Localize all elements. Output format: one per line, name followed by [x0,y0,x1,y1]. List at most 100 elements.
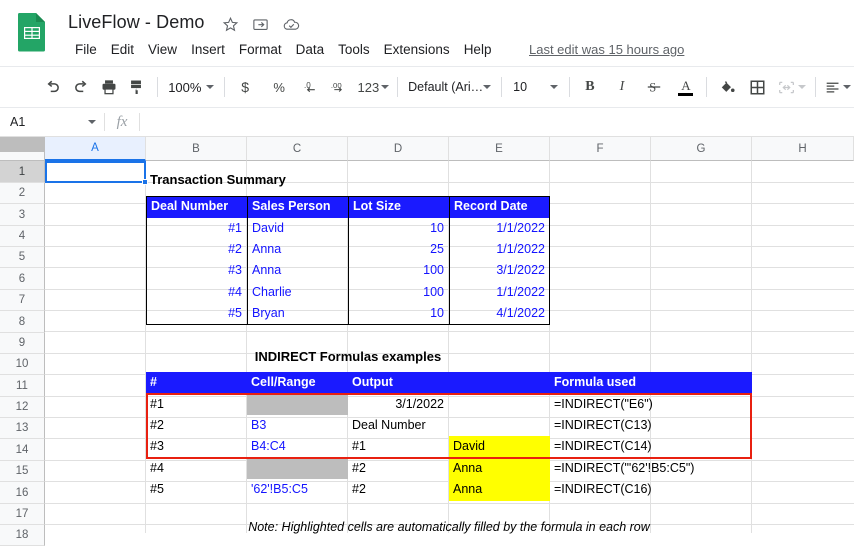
document-title[interactable]: LiveFlow - Demo [68,12,205,33]
ts-r2-deal: #2 [228,242,242,256]
row-header-16[interactable]: 16 [0,482,45,504]
ts-r2-person: Anna [252,242,282,256]
currency-format-button[interactable]: $ [231,73,259,101]
gray-fill-row1 [247,394,348,415]
selected-cell-a1[interactable] [45,161,146,183]
row-header-12[interactable]: 12 [0,397,45,418]
ie-r4-extra: Anna [453,461,483,475]
column-header-b[interactable]: B [146,137,247,161]
menu-file[interactable]: File [68,40,104,59]
column-header-g[interactable]: G [651,137,752,161]
column-header-h[interactable]: H [752,137,854,161]
ts-r2-lot: 25 [430,242,444,256]
merge-cells-icon[interactable] [775,73,809,101]
row-header-14[interactable]: 14 [0,439,45,461]
more-formats-button[interactable]: 123 [356,73,392,101]
row-header-9[interactable]: 9 [0,333,45,354]
ie-r4-num: #4 [150,461,164,475]
selection-fill-handle[interactable] [142,179,148,185]
font-size-selector[interactable]: 10 [508,80,563,94]
menu-tools[interactable]: Tools [331,40,377,59]
column-header-a[interactable]: A [45,137,146,161]
ie-r3-num: #3 [150,439,164,453]
row-header-6[interactable]: 6 [0,268,45,290]
menu-help[interactable]: Help [457,40,499,59]
menu-edit[interactable]: Edit [104,40,141,59]
row-header-1[interactable]: 1 [0,161,45,183]
th-lot-size: Lot Size [353,199,401,213]
menu-insert[interactable]: Insert [184,40,232,59]
fill-color-icon[interactable] [713,73,741,101]
row-header-18[interactable]: 18 [0,525,45,546]
menu-view[interactable]: View [141,40,184,59]
ts-r3-person: Anna [252,263,282,277]
row-header-8[interactable]: 8 [0,311,45,333]
chevron-down-icon [843,85,852,89]
row-header-17[interactable]: 17 [0,504,45,525]
name-box[interactable]: A1 [0,108,104,136]
bold-button[interactable]: B [576,73,604,101]
column-header-d[interactable]: D [348,137,449,161]
percent-format-button[interactable]: % [265,73,293,101]
name-box-value: A1 [10,115,26,129]
menu-format[interactable]: Format [232,40,289,59]
indirect-header-band [146,372,752,394]
ts-r1-person: David [252,221,284,235]
redo-icon[interactable] [67,73,95,101]
transaction-summary-title: Transaction Summary [150,172,286,187]
font-family-label: Default (Ari… [408,80,484,94]
ie-r2-output: Deal Number [352,418,426,432]
row-header-15[interactable]: 15 [0,461,45,482]
column-header-e[interactable]: E [449,137,550,161]
row-header-5[interactable]: 5 [0,247,45,268]
horizontal-align-icon[interactable] [822,73,854,101]
spreadsheet-grid[interactable]: A B C D E F G H 1 2 3 4 5 6 7 8 9 10 11 … [0,137,854,546]
ie-r1-output: 3/1/2022 [395,397,444,411]
row-header-13[interactable]: 13 [0,418,45,439]
decrease-decimal-button[interactable]: .0 [299,73,327,101]
menu-data[interactable]: Data [289,40,332,59]
text-color-button[interactable]: A [672,73,700,101]
ts-r2-date: 1/1/2022 [496,242,545,256]
indirect-examples-title: INDIRECT Formulas examples [254,349,442,364]
ie-r5-output: #2 [352,482,366,496]
ie-r4-formula: =INDIRECT("'62'!B5:C5") [554,461,695,475]
ih-formula: Formula used [554,375,636,389]
ie-r5-range: '62'!B5:C5 [251,482,308,496]
column-header-c[interactable]: C [247,137,348,161]
fx-icon: fx [116,113,128,130]
last-edit-status[interactable]: Last edit was 15 hours ago [529,42,684,57]
th-deal-number: Deal Number [151,199,229,213]
row-header-2[interactable]: 2 [0,183,45,204]
strikethrough-button[interactable]: S [640,73,668,101]
paint-format-icon[interactable] [123,73,151,101]
ie-r1-num: #1 [150,397,164,411]
more-formats-label: 123 [357,79,380,95]
menu-extensions[interactable]: Extensions [377,40,457,59]
text-color-label: A [681,77,691,93]
th-record-date: Record Date [454,199,528,213]
row-header-11[interactable]: 11 [0,375,45,397]
ie-r3-range: B4:C4 [251,439,286,453]
increase-decimal-button[interactable]: .00 [327,73,355,101]
grid-corner[interactable] [0,137,45,161]
ie-r4-output: #2 [352,461,366,475]
ts-r4-date: 1/1/2022 [496,285,545,299]
row-header-7[interactable]: 7 [0,290,45,311]
move-to-folder-icon[interactable] [252,16,269,33]
print-icon[interactable] [95,73,123,101]
column-header-f[interactable]: F [550,137,651,161]
cloud-saved-icon[interactable] [282,16,301,33]
ts-r3-deal: #3 [228,263,242,277]
font-family-selector[interactable]: Default (Ari… [404,80,495,94]
row-header-3[interactable]: 3 [0,204,45,226]
star-icon[interactable] [222,16,239,33]
row-header-10[interactable]: 10 [0,354,45,375]
undo-icon[interactable] [39,73,67,101]
row-header-4[interactable]: 4 [0,226,45,247]
italic-button[interactable]: I [608,73,636,101]
zoom-selector[interactable]: 100% [164,74,218,100]
formula-input[interactable] [140,108,854,136]
ie-r3-extra: David [453,439,485,453]
borders-icon[interactable] [744,73,772,101]
